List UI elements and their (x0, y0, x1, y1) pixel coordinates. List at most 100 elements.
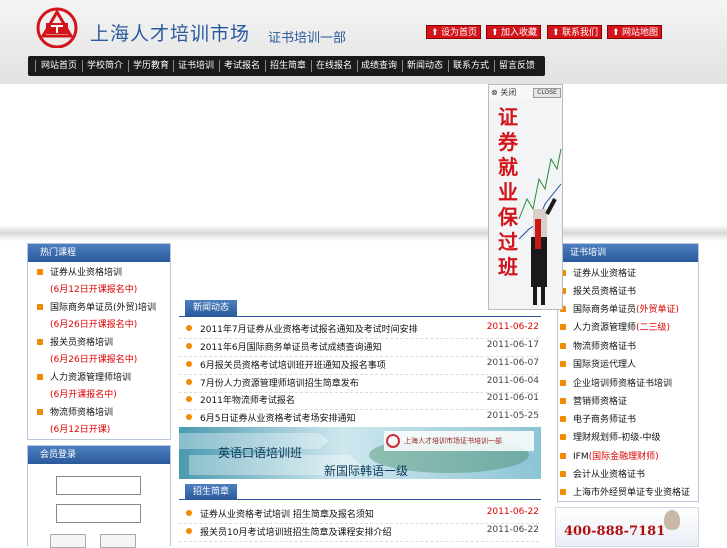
tab-news[interactable]: 新闻动态 (185, 300, 237, 316)
register-button[interactable] (100, 534, 136, 548)
bullet-icon (560, 416, 566, 422)
course-status[interactable]: (6月开课报名中) (50, 387, 117, 400)
course-status[interactable]: (6月12日开课) (50, 422, 110, 435)
site-logo[interactable] (33, 6, 81, 48)
bullet-icon (37, 304, 43, 310)
news-divider (179, 316, 541, 317)
certificate-link[interactable]: 上海市外经贸单证专业资格证 (573, 485, 690, 498)
certificate-link[interactable]: 电子商务师证书 (573, 412, 636, 425)
hotline-box: 400-888-7181 (555, 507, 699, 547)
news-title[interactable]: 2011年物流师考试报名 (200, 393, 295, 406)
bullet-icon (560, 434, 566, 440)
center-top-space (179, 243, 541, 303)
promo-banner[interactable]: 英语口语培训班 新国际韩语一级 上海人才培训市场证书培训一部 (179, 427, 541, 479)
banner-logo-text: 上海人才培训市场证书培训一部 (404, 437, 502, 445)
panel-title: 会员登录 (28, 446, 170, 464)
course-link[interactable]: 人力资源管理师培训 (50, 370, 131, 383)
news-title[interactable]: 6月报关员资格考试培训班开班通知及报名事项 (200, 358, 386, 371)
ad-close-button[interactable]: CLOSE (533, 88, 561, 98)
certificate-link[interactable]: 报关员资格证书 (573, 284, 636, 297)
certificate-link[interactable]: 会计从业资格证书 (573, 467, 645, 480)
bullet-icon (186, 361, 192, 367)
hot-courses-panel: 热门课程 证券从业资格培训 (6月12日开课报名中) 国际商务单证员(外贸)培训… (27, 243, 171, 440)
banner-line-2: 新国际韩语一级 (324, 464, 409, 478)
news-date: 2011-06-01 (486, 393, 539, 403)
username-field[interactable] (56, 476, 141, 495)
certificate-extra: (二三级) (636, 323, 671, 333)
nav-item-contact[interactable]: 联系方式 (448, 56, 494, 76)
course-link[interactable]: 报关员资格培训 (50, 335, 113, 348)
certificate-link[interactable]: 理财规划师-初级-中级 (573, 430, 661, 443)
ad-char: 业 (498, 180, 518, 204)
certificate-link[interactable]: IFM(国际金融理财师) (573, 449, 659, 462)
site-title: 上海人才培训市场 (90, 23, 251, 45)
ad-char: 过 (498, 230, 518, 254)
news-date: 2011-06-04 (486, 376, 539, 386)
certificate-link[interactable]: 证券从业资格证 (573, 266, 636, 279)
news-row[interactable]: 2011年6月国际商务单证员考试成绩查询通知 2011-06-17 (179, 339, 539, 357)
bullet-icon (560, 343, 566, 349)
nav-item-news[interactable]: 新闻动态 (402, 56, 448, 76)
news-row[interactable]: 报关员10月考试培训班招生简章及课程安排介绍 2011-06-22 (179, 524, 539, 542)
news-row[interactable]: 6月5日证券从业资格考试考场安排通知 2011-05-25 (179, 410, 539, 428)
ad-char: 券 (498, 130, 518, 154)
password-field[interactable] (56, 504, 141, 523)
course-link[interactable]: 国际商务单证员(外贸)培训 (50, 300, 156, 313)
nav-item-enrollment[interactable]: 招生简章 (265, 56, 311, 76)
panel-title: 证书培训 (558, 244, 698, 262)
news-row[interactable]: 7月份人力资源管理师培训招生简章发布 2011-06-04 (179, 375, 539, 393)
bullet-icon (560, 489, 566, 495)
certificate-link[interactable]: 营销师资格证 (573, 394, 627, 407)
news-date: 2011-06-07 (486, 358, 539, 368)
certificate-link[interactable]: 人力资源管理师(二三级) (573, 320, 670, 333)
certificate-panel: 证书培训 证券从业资格证 报关员资格证书 国际商务单证员(外贸单证) 人力资源管… (557, 243, 699, 502)
certificate-link[interactable]: 物流师资格证书 (573, 339, 636, 352)
news-title[interactable]: 2011年7月证券从业资格考试报名通知及考试时间安排 (200, 322, 418, 335)
nav-item-about[interactable]: 学校简介 (82, 56, 128, 76)
certificate-link[interactable]: 国际商务单证员(外贸单证) (573, 302, 679, 315)
add-favorite-button[interactable]: 加入收藏 (486, 25, 541, 40)
news-row[interactable]: 2011年物流师考试报名 2011-06-01 (179, 392, 539, 410)
nav-item-exam[interactable]: 考试报名 (219, 56, 265, 76)
news-title[interactable]: 6月5日证券从业资格考试考场安排通知 (200, 411, 355, 424)
course-link[interactable]: 证券从业资格培训 (50, 265, 122, 278)
news-title[interactable]: 2011年6月国际商务单证员考试成绩查询通知 (200, 340, 382, 353)
nav-item-feedback[interactable]: 留言反馈 (494, 56, 540, 76)
nav-item-certificate[interactable]: 证书培训 (173, 56, 219, 76)
member-login-panel: 会员登录 (27, 445, 171, 548)
nav-item-degree[interactable]: 学历教育 (128, 56, 174, 76)
ad-close-link[interactable]: ⊗ 关闭 (491, 87, 516, 98)
news-date: 2011-06-22 (486, 322, 539, 332)
floating-ad[interactable]: ⊗ 关闭 CLOSE 证 券 就 业 保 过 班 (488, 84, 563, 310)
nav-item-online-register[interactable]: 在线报名 (311, 56, 357, 76)
news-title[interactable]: 报关员10月考试培训班招生简章及课程安排介绍 (200, 525, 391, 538)
login-button[interactable] (50, 534, 86, 548)
nav-item-scores[interactable]: 成绩查询 (356, 56, 402, 76)
bullet-icon (560, 324, 566, 330)
ad-vertical-text: 证 券 就 业 保 过 班 (495, 105, 521, 280)
sitemap-button[interactable]: 网站地图 (607, 25, 662, 40)
course-status[interactable]: (6月26日开课报名中) (50, 317, 137, 330)
news-row[interactable]: 2011年7月证券从业资格考试报名通知及考试时间安排 2011-06-22 (179, 321, 539, 339)
bullet-icon (37, 409, 43, 415)
set-homepage-button[interactable]: 设为首页 (426, 25, 481, 40)
certificate-title: IFM (573, 452, 589, 462)
news-title[interactable]: 7月份人力资源管理师培训招生简章发布 (200, 376, 359, 389)
course-status[interactable]: (6月26日开课报名中) (50, 352, 137, 365)
certificate-link[interactable]: 企业培训师资格证书培训 (573, 376, 672, 389)
course-status[interactable]: (6月12日开课报名中) (50, 282, 137, 295)
certificate-title: 人力资源管理师 (573, 323, 637, 333)
main-nav: 网站首页 学校简介 学历教育 证书培训 考试报名 招生简章 在线报名 成绩查询 … (28, 56, 545, 76)
certificate-link[interactable]: 国际货运代理人 (573, 357, 636, 370)
site-subtitle: 证书培训一部 (268, 31, 347, 46)
ad-char: 班 (498, 255, 518, 279)
news-row[interactable]: 6月报关员资格考试培训班开班通知及报名事项 2011-06-07 (179, 357, 539, 375)
operator-image (664, 510, 680, 530)
course-link[interactable]: 物流师资格培训 (50, 405, 113, 418)
ad-close-label: 关闭 (500, 88, 517, 97)
news-title[interactable]: 证券从业资格考试培训 招生简章及报名须知 (200, 507, 374, 520)
nav-item-home[interactable]: 网站首页 (36, 56, 82, 76)
news-row[interactable]: 证券从业资格考试培训 招生简章及报名须知 2011-06-22 (179, 506, 539, 524)
tab-enrollment[interactable]: 招生简章 (185, 484, 237, 500)
contact-button[interactable]: 联系我们 (547, 25, 602, 40)
